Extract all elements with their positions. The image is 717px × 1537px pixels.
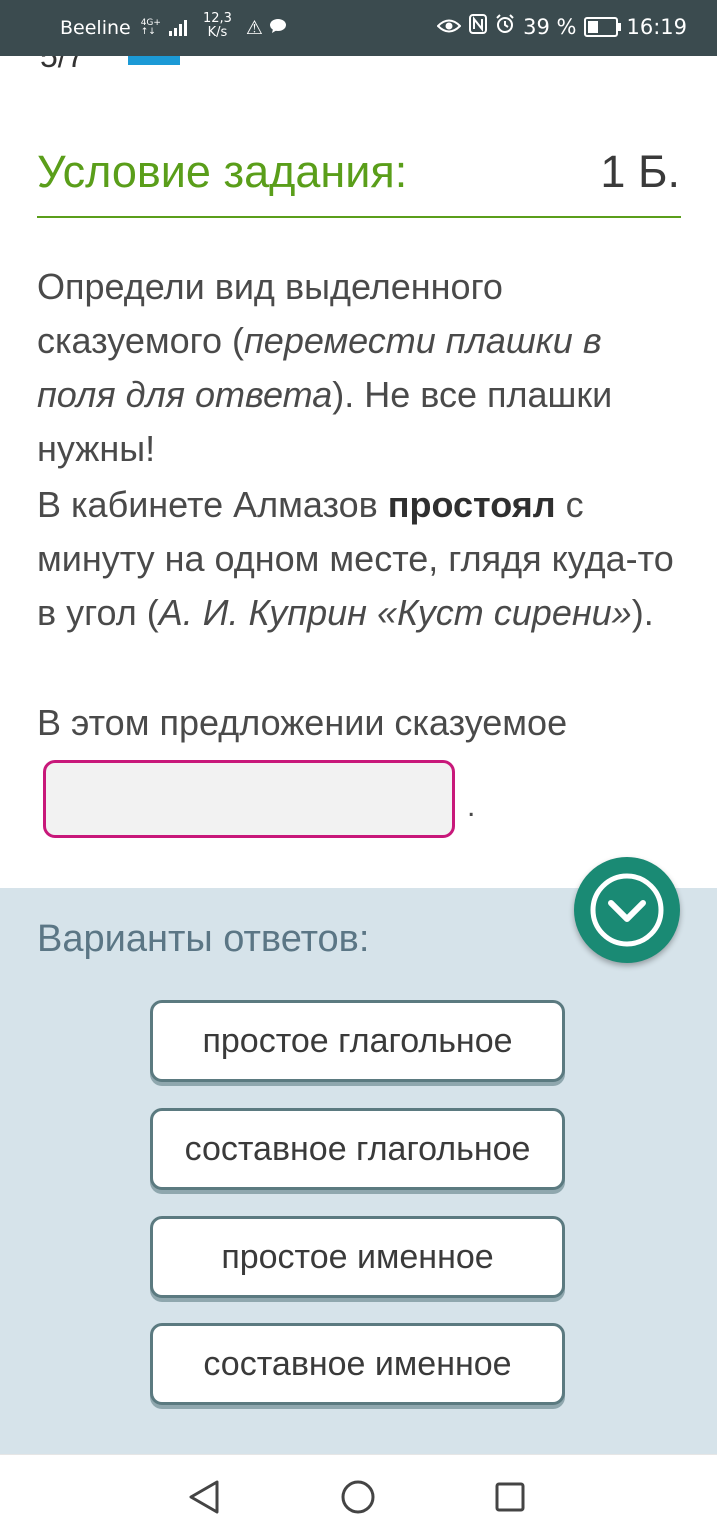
task-instruction: Определи вид выделенного сказуемого (пер… bbox=[37, 266, 613, 469]
back-triangle-icon bbox=[189, 1480, 219, 1514]
scroll-down-button[interactable] bbox=[574, 857, 680, 963]
home-circle-icon bbox=[341, 1480, 375, 1514]
chat-icon bbox=[269, 17, 287, 39]
option-tile[interactable]: составное именное bbox=[150, 1323, 565, 1405]
network-type: 4G+ ↑↓ bbox=[140, 18, 161, 37]
option-tile[interactable]: составное глагольное bbox=[150, 1108, 565, 1190]
highlighted-predicate: простоял bbox=[387, 484, 556, 525]
answer-options-panel: Варианты ответов: простое глагольное сос… bbox=[0, 888, 717, 1454]
answer-prompt: В этом предложении сказуемое bbox=[37, 702, 568, 743]
back-button[interactable] bbox=[184, 1477, 224, 1517]
answer-drop-zone[interactable] bbox=[43, 760, 455, 838]
sentence-period: . bbox=[467, 790, 476, 823]
carrier-name: Beeline bbox=[60, 17, 131, 39]
option-tile[interactable]: простое именное bbox=[150, 1216, 565, 1298]
task-sentence: В кабинете Алмазов простоял с минуту на … bbox=[37, 484, 674, 633]
navigation-bar bbox=[0, 1454, 717, 1537]
status-bar: Beeline 4G+ ↑↓ 12,3 K/s ⚠ 39 % 16:19 bbox=[0, 0, 717, 56]
clock-time: 16:19 bbox=[626, 14, 687, 39]
warning-icon: ⚠ bbox=[245, 17, 263, 39]
sentence-source: А. И. Куприн «Куст сирени» bbox=[158, 592, 632, 633]
nfc-icon bbox=[469, 14, 488, 39]
signal-icon bbox=[168, 20, 187, 36]
task-points: 1 Б. bbox=[600, 146, 680, 197]
alarm-icon bbox=[495, 14, 515, 39]
eye-icon bbox=[436, 15, 462, 39]
status-left: Beeline 4G+ ↑↓ 12,3 K/s ⚠ bbox=[60, 12, 287, 40]
scrolled-header-fragment: 5/7 bbox=[40, 56, 180, 70]
home-button[interactable] bbox=[338, 1477, 378, 1517]
answer-options-title: Варианты ответов: bbox=[37, 918, 370, 960]
network-speed: 12,3 K/s bbox=[202, 11, 232, 40]
battery-icon bbox=[584, 16, 622, 37]
chevron-down-icon bbox=[590, 873, 664, 947]
battery-level: 39 % bbox=[523, 14, 577, 39]
recents-button[interactable] bbox=[490, 1477, 530, 1517]
status-right: 39 % 16:19 bbox=[436, 14, 687, 39]
task-title: Условие задания: bbox=[37, 146, 408, 197]
recents-square-icon bbox=[495, 1482, 525, 1512]
title-divider bbox=[37, 216, 681, 218]
option-tile[interactable]: простое глагольное bbox=[150, 1000, 565, 1082]
